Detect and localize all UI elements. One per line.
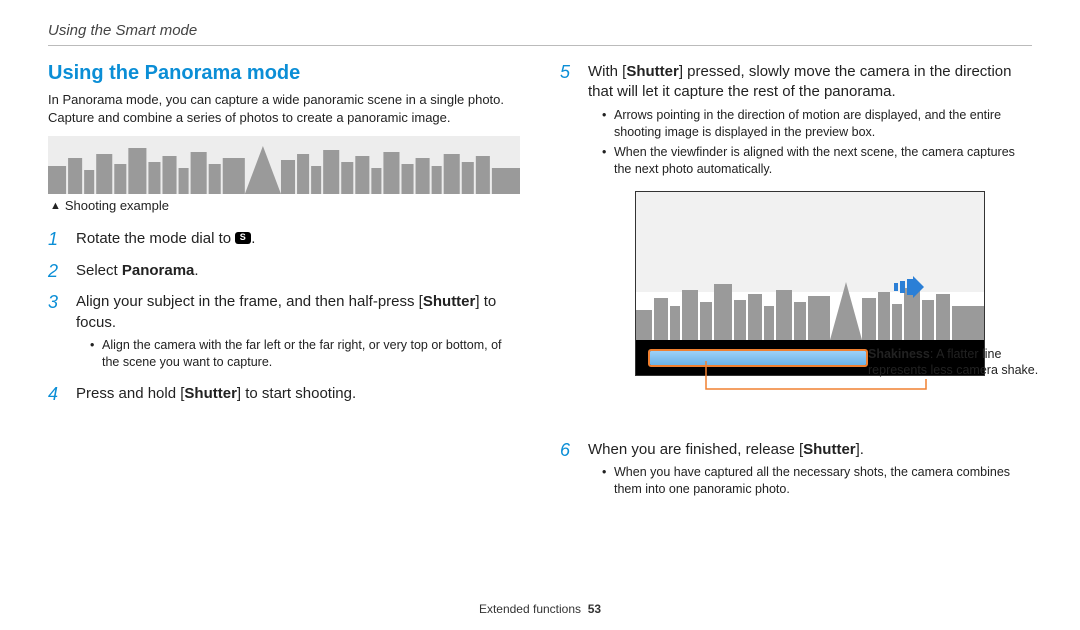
bullet-icon: • bbox=[602, 144, 608, 179]
preview-figure: Shakiness: A flatter line represents les… bbox=[588, 191, 1032, 376]
step-6: 6 When you are finished, release [Shutte… bbox=[560, 440, 1032, 501]
step-number: 3 bbox=[48, 292, 66, 374]
step-number: 1 bbox=[48, 229, 66, 251]
bullet-icon: • bbox=[90, 337, 96, 372]
image-caption: ▲Shooting example bbox=[50, 198, 520, 213]
step-number: 4 bbox=[48, 384, 66, 406]
panorama-example-image bbox=[48, 136, 520, 194]
manual-page: Using the Smart mode Using the Panorama … bbox=[0, 0, 1080, 630]
direction-arrow-icon bbox=[894, 276, 924, 303]
step-body: Select Panorama. bbox=[76, 261, 199, 283]
section-title: Using the Panorama mode bbox=[48, 62, 520, 85]
page-footer: Extended functions 53 bbox=[0, 602, 1080, 616]
step-1: 1 Rotate the mode dial to . bbox=[48, 229, 520, 251]
left-column: Using the Panorama mode In Panorama mode… bbox=[48, 62, 520, 511]
step-5: 5 With [Shutter] pressed, slowly move th… bbox=[560, 62, 1032, 181]
step-body: Rotate the mode dial to . bbox=[76, 229, 255, 251]
step-body: With [Shutter] pressed, slowly move the … bbox=[588, 62, 1032, 181]
header-rule bbox=[48, 45, 1032, 46]
step-number: 6 bbox=[560, 440, 578, 501]
two-column-layout: Using the Panorama mode In Panorama mode… bbox=[48, 62, 1032, 511]
step-number: 2 bbox=[48, 261, 66, 283]
mode-dial-s-icon bbox=[235, 232, 251, 244]
intro-text: In Panorama mode, you can capture a wide… bbox=[48, 91, 520, 126]
step-4: 4 Press and hold [Shutter] to start shoo… bbox=[48, 384, 520, 406]
callout-text: Shakiness: A flatter line represents les… bbox=[868, 346, 1048, 380]
step-number: 5 bbox=[560, 62, 578, 181]
step-body: Press and hold [Shutter] to start shooti… bbox=[76, 384, 356, 406]
preview-city-skyline bbox=[636, 270, 985, 340]
step-3: 3 Align your subject in the frame, and t… bbox=[48, 292, 520, 374]
step-body: Align your subject in the frame, and the… bbox=[76, 292, 520, 374]
bullet-icon: • bbox=[602, 107, 608, 142]
step-body: When you are finished, release [Shutter]… bbox=[588, 440, 1032, 501]
triangle-up-icon: ▲ bbox=[50, 200, 61, 212]
step-2: 2 Select Panorama. bbox=[48, 261, 520, 283]
running-header: Using the Smart mode bbox=[48, 22, 1032, 39]
bullet-icon: • bbox=[602, 464, 608, 499]
right-column: 5 With [Shutter] pressed, slowly move th… bbox=[560, 62, 1032, 511]
